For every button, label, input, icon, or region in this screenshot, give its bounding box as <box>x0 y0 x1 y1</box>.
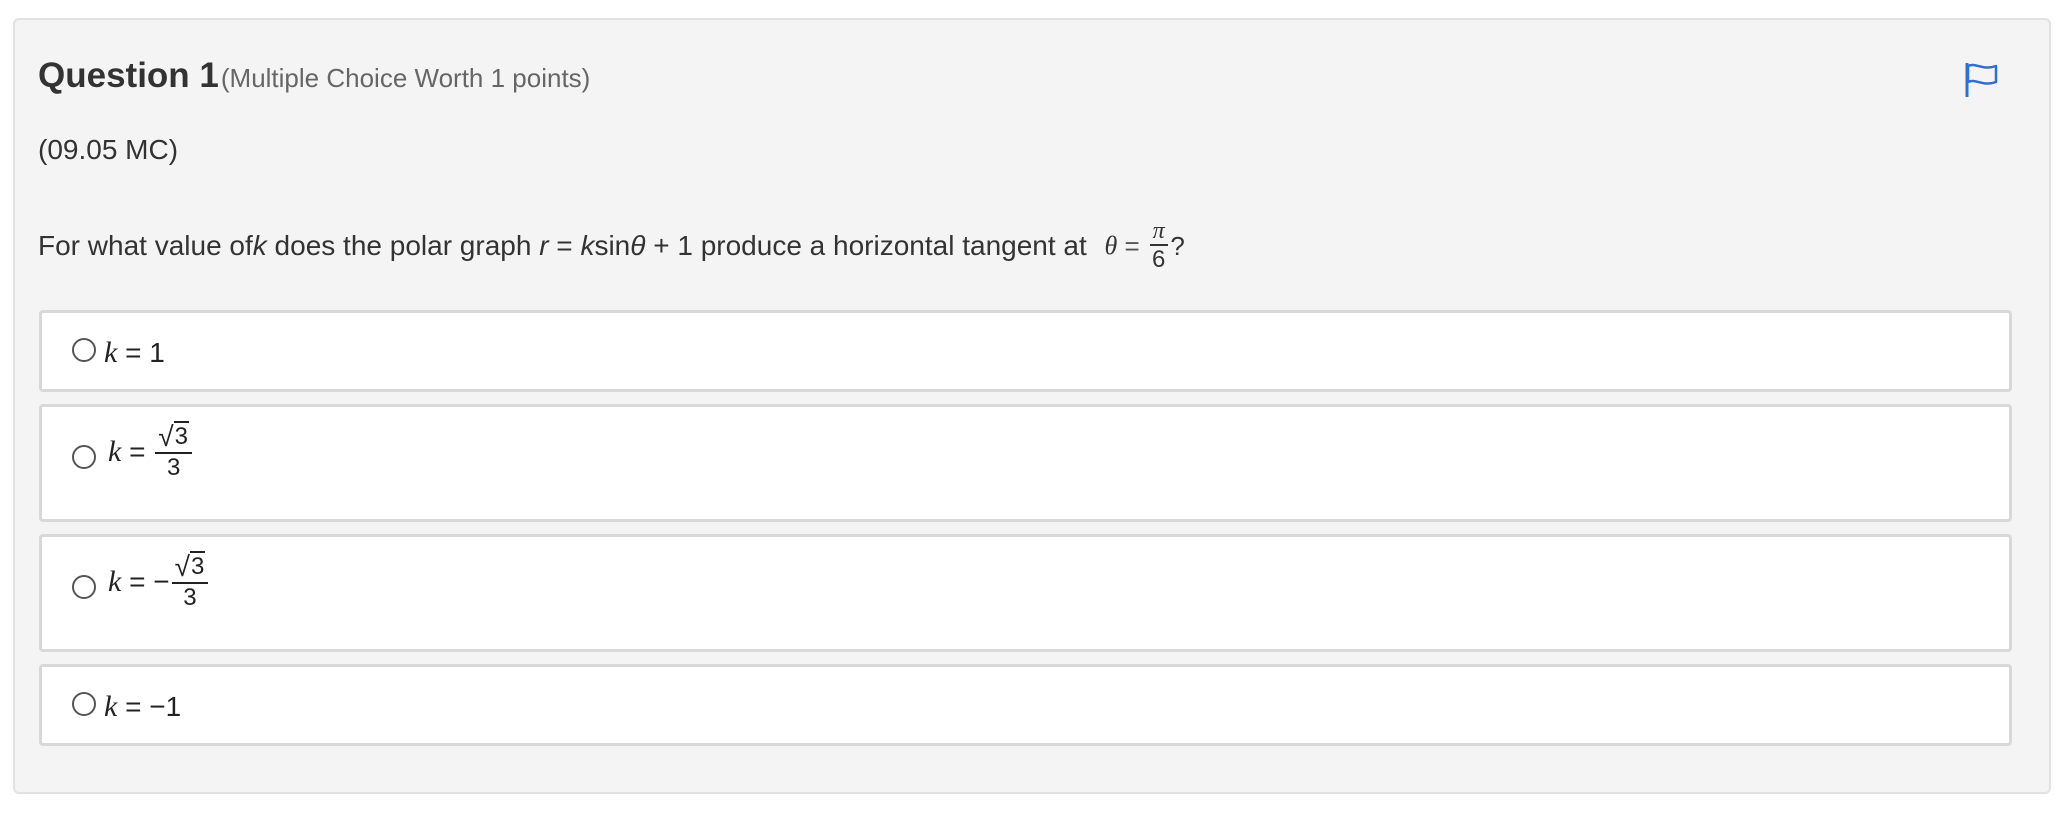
theta-expression: θ = π 6 ? <box>1105 218 1185 274</box>
question-text-prefix: For what value of <box>38 230 253 261</box>
var-k: k <box>108 434 122 468</box>
sqrt3-over-3: √ 3 3 <box>155 421 192 482</box>
var-k: k <box>108 564 122 598</box>
sqrt-icon: √ 3 <box>158 421 189 452</box>
var-r: r <box>539 230 549 261</box>
equals-negative: = − <box>121 565 170 597</box>
question-text-mid1: does the polar graph <box>266 230 540 261</box>
var-theta2: θ <box>1104 231 1118 260</box>
radio-button[interactable] <box>72 575 96 599</box>
equals2: = <box>1117 230 1147 261</box>
var-k2: k <box>580 230 595 261</box>
fraction-denominator: 3 <box>166 454 181 481</box>
answer-option-4[interactable]: k = −1 <box>39 664 2012 746</box>
var-k: k <box>104 336 118 369</box>
answer-value-1: = 1 <box>117 337 165 368</box>
pi-over-6: π 6 <box>1149 218 1168 274</box>
flag-icon[interactable] <box>1962 60 2002 100</box>
answer-option-3[interactable]: k = − √ 3 3 <box>39 534 2012 652</box>
fraction-numerator: √ 3 <box>171 551 209 584</box>
answer-label-2: k = √ 3 3 <box>108 421 194 482</box>
pi-denominator: 6 <box>1151 246 1166 273</box>
radio-button[interactable] <box>72 445 96 469</box>
radio-button[interactable] <box>72 338 96 362</box>
answer-option-1[interactable]: k = 1 <box>39 310 2012 392</box>
sqrt3-over-3: √ 3 3 <box>171 551 209 612</box>
answer-label-3: k = − √ 3 3 <box>108 551 210 612</box>
var-k: k <box>252 230 267 261</box>
answer-label-1: k = 1 <box>104 336 165 370</box>
answer-value-4: = −1 <box>117 691 182 722</box>
var-theta: θ <box>630 230 646 261</box>
fraction-numerator: √ 3 <box>155 421 192 454</box>
pi-numerator: π <box>1149 218 1168 246</box>
fraction-denominator: 3 <box>183 584 197 611</box>
question-code: (09.05 MC) <box>38 134 179 165</box>
radio-button[interactable] <box>72 692 96 716</box>
question-title: Question 1 <box>38 56 219 95</box>
question-worth: (Multiple Choice Worth 1 points) <box>220 63 591 93</box>
answer-label-4: k = −1 <box>104 690 181 724</box>
answer-option-2[interactable]: k = √ 3 3 <box>39 404 2012 522</box>
question-text: For what value of k does the polar graph… <box>38 206 1185 286</box>
question-mark: ? <box>1170 230 1185 261</box>
sin: sin <box>594 230 631 261</box>
equals: = <box>548 230 581 261</box>
sqrt-icon: √ 3 <box>174 551 206 582</box>
equals: = <box>121 435 154 467</box>
question-header: Question 1 (Multiple Choice Worth 1 poin… <box>38 56 590 96</box>
question-text-mid2: + 1 produce a horizontal tangent at <box>645 230 1095 261</box>
var-k: k <box>104 690 118 723</box>
